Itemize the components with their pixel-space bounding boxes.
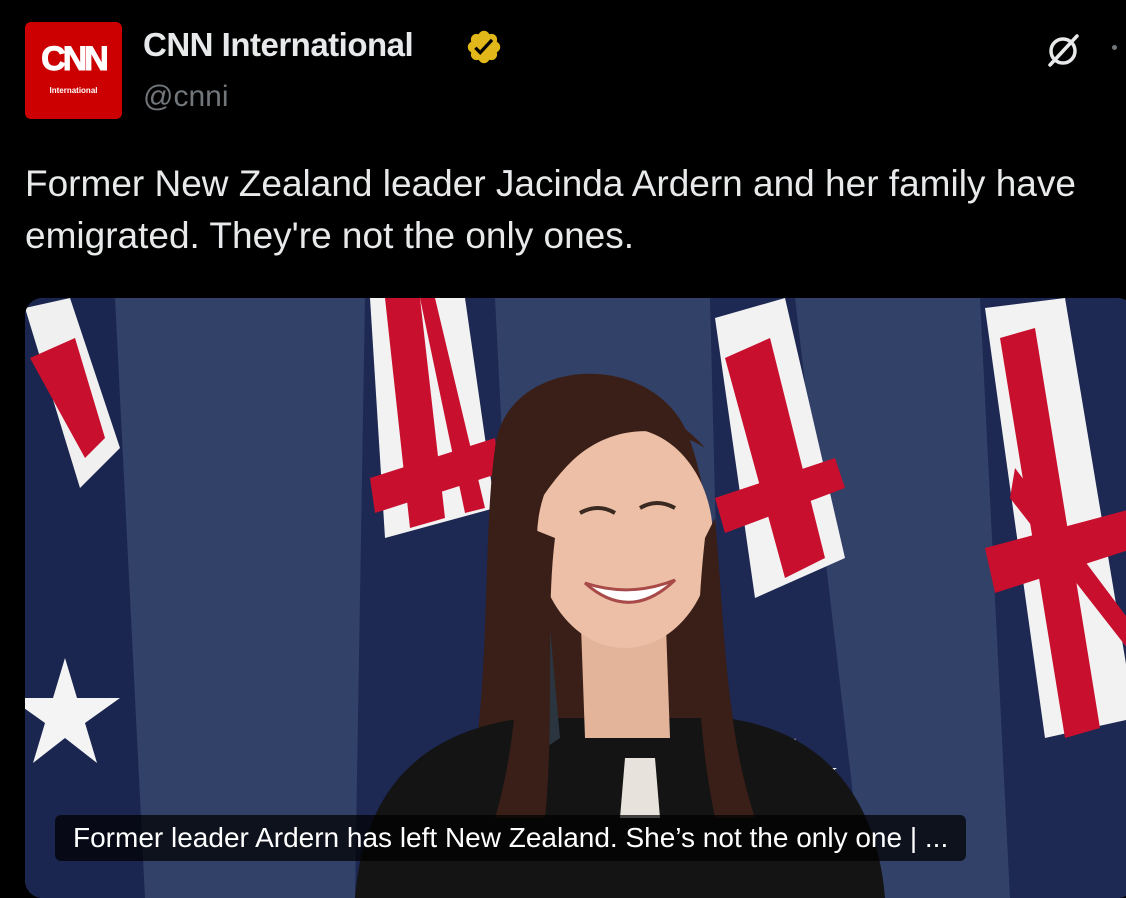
verified-badge-icon	[467, 30, 501, 64]
account-name[interactable]: CNN International	[143, 26, 414, 64]
avatar-subtext: International	[49, 86, 98, 95]
avatar-logo: CNN	[41, 40, 110, 79]
card-title[interactable]: Former leader Ardern has left New Zealan…	[55, 815, 967, 861]
media-card[interactable]: Former leader Ardern has left New Zealan…	[25, 298, 1126, 898]
grok-icon[interactable]	[1042, 30, 1084, 72]
account-handle[interactable]: @cnni	[143, 80, 229, 114]
avatar[interactable]: CNN International	[25, 22, 122, 119]
tweet-text: Former New Zealand leader Jacinda Ardern…	[25, 163, 1076, 256]
article-photo	[25, 298, 1126, 898]
more-icon[interactable]	[1112, 45, 1117, 50]
